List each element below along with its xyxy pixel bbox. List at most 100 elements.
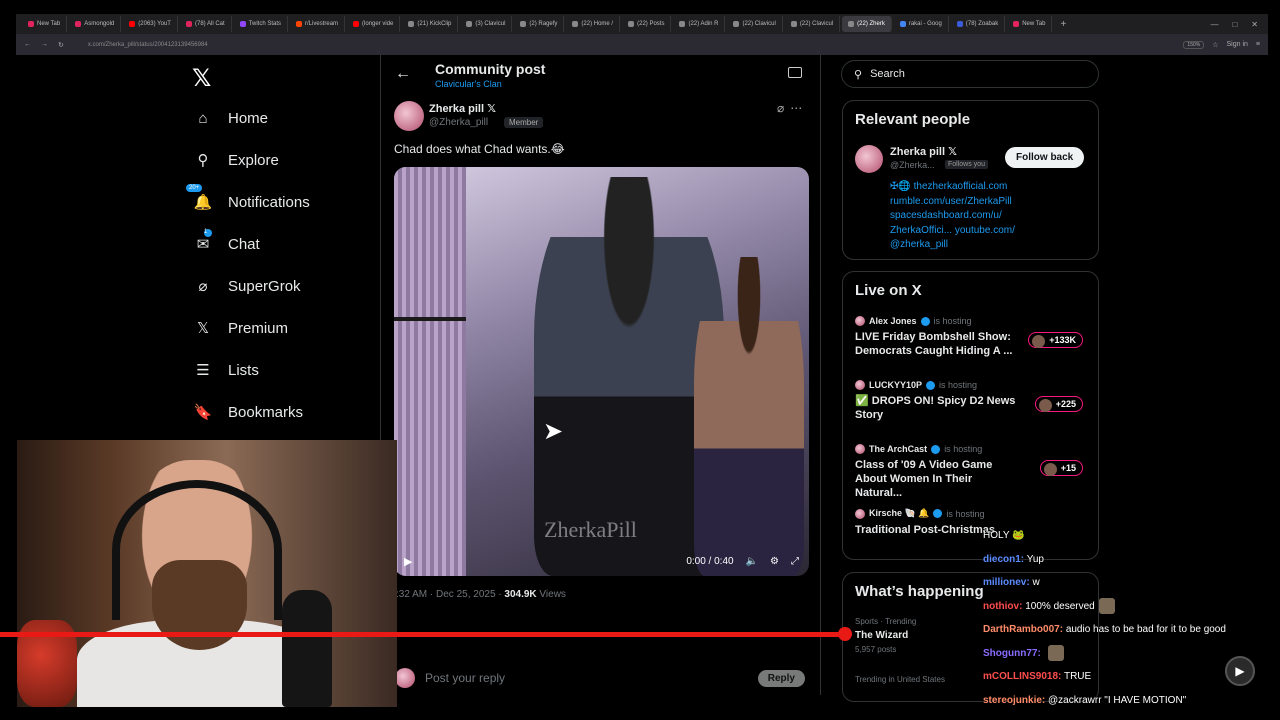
- trend-name[interactable]: The Wizard: [855, 630, 908, 641]
- browser-tab[interactable]: (78) All Cat: [180, 16, 232, 32]
- live-title-text: ✅ DROPS ON! Spicy D2 News Story: [855, 395, 1016, 421]
- browser-tab-bar: New Tab Asmongold (2063) YouT (78) All Cat T…: [16, 14, 1268, 34]
- close-icon[interactable]: ✕: [1251, 20, 1258, 29]
- browser-tab[interactable]: (22) Zherk: [842, 16, 892, 32]
- chat-text: Yup: [1026, 553, 1044, 565]
- stream-progress-knob[interactable]: [837, 627, 852, 641]
- video-player[interactable]: ZherkaPill ▶ 0:00 / 0:40 🔈 ⚙ ⤢ ➤: [394, 167, 809, 576]
- browser-tab[interactable]: (3) Clavicul: [460, 16, 513, 32]
- tab-favicon-icon: [679, 21, 686, 27]
- home-icon-glyph: ⌂: [198, 109, 208, 127]
- back-arrow-icon[interactable]: ←: [395, 65, 411, 83]
- bio-line[interactable]: rumble.com/user/ZherkaPill: [890, 195, 1090, 210]
- follow-back-button[interactable]: Follow back: [1005, 147, 1085, 168]
- browser-tab[interactable]: (21) KickClip: [402, 16, 459, 32]
- live-title: Live on X: [855, 282, 922, 299]
- headset-icon: [112, 480, 282, 620]
- back-nav-icon[interactable]: ←: [24, 41, 31, 48]
- post-more-actions[interactable]: ⌀⋯: [777, 101, 808, 115]
- browser-tab[interactable]: New Tab: [1007, 16, 1053, 32]
- url-field[interactable]: x.com/Zherka_pill/status/200412313945698…: [88, 42, 1174, 48]
- stream-progress-bar[interactable]: [0, 632, 845, 637]
- browser-tab[interactable]: (2063) YouT: [123, 16, 178, 32]
- nav-item-home[interactable]: ⌂ Home: [194, 109, 268, 127]
- reply-input[interactable]: Post your reply: [425, 671, 505, 685]
- live-host-row: The ArchCast is hosting: [855, 444, 1095, 454]
- nav-item-explore[interactable]: ⚲ Explore: [194, 151, 279, 170]
- video-watermark: ZherkaPill: [544, 517, 637, 542]
- star-icon[interactable]: ☆: [1212, 41, 1218, 49]
- maximize-icon[interactable]: □: [1232, 20, 1237, 29]
- browser-tab[interactable]: rakai - Goog: [894, 16, 949, 32]
- browser-tab[interactable]: (2) Ragefy: [514, 16, 565, 32]
- live-item[interactable]: The ArchCast is hosting Class of '09 A Vid…: [855, 444, 1095, 500]
- volume-icon[interactable]: 🔈: [746, 556, 758, 567]
- nav-item-label: Home: [228, 109, 269, 127]
- fullscreen-icon[interactable]: ⤢: [791, 556, 799, 567]
- reply-button[interactable]: Reply: [757, 669, 805, 687]
- sign-in-button[interactable]: Sign in: [1227, 41, 1248, 48]
- bio-line[interactable]: ZherkaOffici... youtube.com/: [890, 224, 1090, 239]
- x-logo-icon[interactable]: 𝕏: [192, 64, 211, 93]
- search-input[interactable]: ⚲ Search: [841, 60, 1099, 88]
- more-icon[interactable]: ⋯: [790, 101, 808, 115]
- menu-icon[interactable]: ≡: [1256, 41, 1260, 48]
- verified-icon: [920, 316, 930, 326]
- nav-item-bookmarks[interactable]: 🔖 Bookmarks: [194, 403, 304, 422]
- relevant-name[interactable]: Zherka pill 𝕏: [890, 145, 957, 158]
- minimize-icon[interactable]: —: [1210, 20, 1218, 29]
- reload-icon[interactable]: ↻: [58, 41, 64, 49]
- browser-tab[interactable]: r/Livestream: [290, 16, 346, 32]
- nav-item-notifications[interactable]: 🔔 20+ Notifications: [186, 184, 310, 211]
- browser-tab[interactable]: New Tab: [22, 16, 68, 32]
- browser-tab[interactable]: (22) Adin R: [673, 16, 726, 32]
- relevant-handle[interactable]: @Zherka...: [890, 160, 935, 170]
- bio-line[interactable]: @zherka_pill: [890, 238, 1090, 253]
- mail-icon: ✉ 1: [194, 229, 212, 253]
- forward-nav-icon[interactable]: →: [41, 41, 48, 48]
- listener-count-text: +225: [1055, 399, 1076, 409]
- tab-label: (22) Clavicul: [799, 21, 834, 27]
- author-avatar[interactable]: [394, 101, 424, 131]
- tab-favicon-icon: [1013, 21, 1020, 27]
- author-handle[interactable]: @Zherka_pill: [429, 117, 488, 128]
- nav-item-lists[interactable]: ☰ Lists: [194, 361, 259, 380]
- nav-item-chat[interactable]: ✉ 1 Chat: [194, 229, 260, 253]
- stream-chat: HOLY 🐸 diecon1: Yup millionev: w nothiov: 1…: [983, 524, 1273, 712]
- shield-icon[interactable]: ▶: [1225, 656, 1255, 686]
- play-icon[interactable]: ▶: [404, 555, 412, 568]
- new-tab-icon[interactable]: +: [1054, 19, 1072, 30]
- mail-icon-glyph: ✉: [196, 236, 210, 253]
- chat-username: DarthRambo007:: [983, 624, 1064, 635]
- browser-tab[interactable]: (22) Clavicul: [785, 16, 841, 32]
- nav-item-label: Lists: [228, 361, 259, 379]
- video-person: [694, 257, 804, 576]
- nav-item-supergrok[interactable]: ⌀ SuperGrok: [194, 277, 300, 296]
- nav-item-label: Bookmarks: [228, 403, 304, 421]
- live-item[interactable]: LUCKYY10P is hosting ✅ DROPS ON! Spicy D2 …: [855, 380, 1095, 422]
- live-item[interactable]: Alex Jones is hosting LIVE Friday Bombshel…: [855, 316, 1095, 358]
- bell-icon-glyph: 🔔: [193, 194, 213, 211]
- settings-icon[interactable]: ⚙: [770, 556, 779, 567]
- browser-tab[interactable]: (22) Home /: [566, 16, 621, 32]
- bio-line[interactable]: spacesdashboard.com/u/: [890, 209, 1090, 224]
- zoom-level[interactable]: 150%: [1183, 40, 1205, 49]
- tab-favicon-icon: [572, 21, 579, 27]
- browser-tab[interactable]: (longer vide: [347, 16, 401, 32]
- tab-favicon-icon: [520, 21, 527, 27]
- author-name[interactable]: Zherka pill 𝕏: [429, 102, 496, 115]
- browser-tab[interactable]: (22) Posts: [622, 16, 672, 32]
- tab-label: (2) Ragefy: [529, 21, 558, 27]
- browser-tab[interactable]: (22) Clavicul: [727, 16, 783, 32]
- bio-line[interactable]: ✠🌐 thezherkaofficial.com: [890, 180, 1090, 195]
- grok-icon[interactable]: ⌀: [777, 101, 790, 115]
- nav-item-premium[interactable]: 𝕏 Premium: [194, 319, 288, 338]
- browser-tab[interactable]: (78) Zoabak: [951, 16, 1006, 32]
- browser-tab[interactable]: Asmongold: [69, 16, 122, 32]
- reader-view-icon[interactable]: [788, 67, 802, 78]
- listener-count-text: +15: [1060, 463, 1076, 473]
- community-link[interactable]: Clavicular's Clan: [435, 79, 502, 89]
- browser-tab[interactable]: Twitch Stats: [234, 16, 289, 32]
- mouse-cursor-icon: ➤: [543, 418, 564, 445]
- relevant-avatar[interactable]: [855, 145, 883, 173]
